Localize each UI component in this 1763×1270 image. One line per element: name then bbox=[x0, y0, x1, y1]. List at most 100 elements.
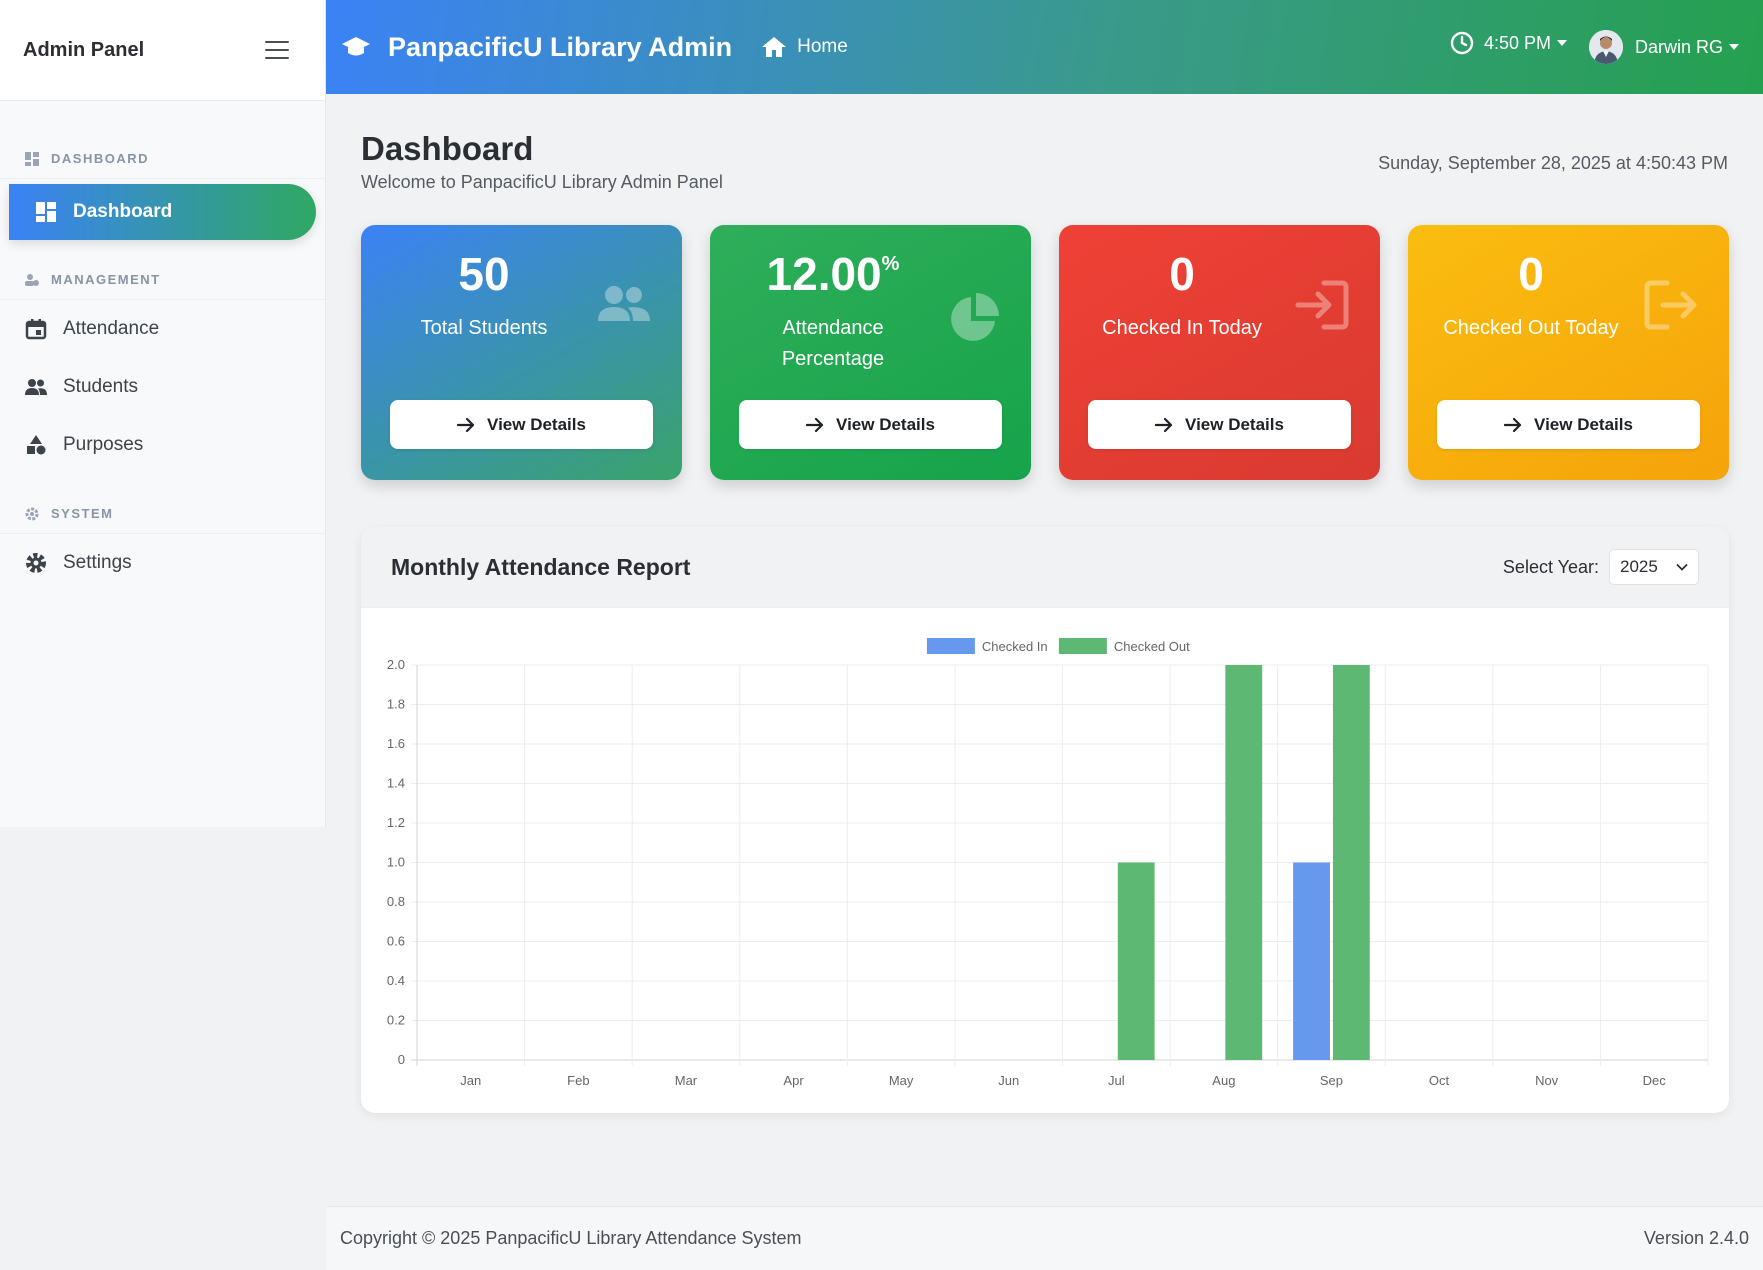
year-filter: Select Year: 2025 bbox=[1503, 549, 1699, 585]
clock-dropdown[interactable]: 4:50 PM bbox=[1450, 31, 1567, 55]
y-tick-label: 1.2 bbox=[387, 815, 405, 830]
view-details-button[interactable]: View Details bbox=[1437, 400, 1700, 449]
section-label: DASHBOARD bbox=[51, 151, 149, 166]
stat-value: 0 bbox=[1518, 248, 1544, 300]
year-value: 2025 bbox=[1620, 557, 1658, 576]
stat-card-checked-out: 0 Checked Out Today View Details bbox=[1408, 225, 1729, 480]
stat-card-total-students: 50 Total Students View Details bbox=[361, 225, 682, 480]
legend-label: Checked In bbox=[982, 639, 1048, 654]
year-select[interactable]: 2025 bbox=[1609, 549, 1699, 585]
x-tick-label: Apr bbox=[783, 1073, 804, 1088]
stat-label: Checked Out Today bbox=[1443, 317, 1619, 339]
sidebar-item-attendance[interactable]: Attendance bbox=[0, 300, 325, 358]
button-label: View Details bbox=[836, 414, 935, 434]
users-icon bbox=[25, 379, 47, 395]
sidebar-item-students[interactable]: Students bbox=[0, 358, 325, 416]
section-dashboard: DASHBOARD bbox=[0, 139, 325, 179]
y-tick-label: 0.2 bbox=[387, 1013, 405, 1028]
x-tick-label: Jul bbox=[1108, 1073, 1125, 1088]
section-label: MANAGEMENT bbox=[51, 272, 161, 287]
chevron-down-icon bbox=[1676, 563, 1688, 571]
y-tick-label: 1.0 bbox=[387, 855, 405, 870]
user-dropdown[interactable]: Darwin RG bbox=[1588, 30, 1739, 64]
stat-value: 50 bbox=[458, 248, 510, 300]
calendar-icon bbox=[25, 319, 47, 340]
home-label: Home bbox=[797, 36, 848, 57]
x-tick-label: Mar bbox=[675, 1073, 698, 1088]
bar-checked-out bbox=[1117, 862, 1155, 1060]
button-label: View Details bbox=[1534, 414, 1633, 434]
arrow-right-icon bbox=[1155, 417, 1173, 432]
x-tick-label: May bbox=[889, 1073, 914, 1088]
sidebar: Admin Panel DASHBOARD Dashboard MANAGEME… bbox=[0, 0, 326, 827]
view-details-button[interactable]: View Details bbox=[739, 400, 1002, 449]
arrow-right-icon bbox=[457, 417, 475, 432]
stat-card-attendance-percentage: 12.00% Attendance Percentage View Details bbox=[710, 225, 1031, 480]
report-header: Monthly Attendance Report Select Year: 2… bbox=[361, 527, 1729, 608]
bar-checked-in bbox=[1293, 862, 1330, 1060]
home-icon bbox=[762, 37, 787, 57]
sidebar-item-label: Students bbox=[63, 376, 138, 397]
arrow-right-icon bbox=[1504, 417, 1522, 432]
sidebar-item-purposes[interactable]: Purposes bbox=[0, 416, 325, 474]
x-tick-label: Jan bbox=[460, 1073, 481, 1088]
user-name: Darwin RG bbox=[1634, 36, 1723, 57]
x-tick-label: Jun bbox=[998, 1073, 1019, 1088]
stat-value: 0 bbox=[1169, 248, 1195, 300]
section-system: SYSTEM bbox=[0, 494, 325, 534]
button-label: View Details bbox=[487, 414, 586, 434]
version-text: Version 2.4.0 bbox=[1643, 1228, 1749, 1248]
sidebar-item-label: Attendance bbox=[63, 318, 160, 339]
grid-icon bbox=[25, 151, 39, 166]
x-tick-label: Aug bbox=[1212, 1073, 1235, 1088]
y-tick-label: 1.4 bbox=[387, 776, 405, 791]
x-tick-label: Nov bbox=[1535, 1073, 1559, 1088]
monthly-attendance-report: Monthly Attendance Report Select Year: 2… bbox=[361, 527, 1729, 1113]
sign-in-icon bbox=[1295, 280, 1349, 330]
pie-chart-icon bbox=[951, 293, 999, 341]
stat-suffix: % bbox=[881, 253, 900, 275]
caret-down-icon bbox=[1729, 44, 1739, 50]
current-datetime: Sunday, September 28, 2025 at 4:50:43 PM bbox=[1378, 153, 1728, 173]
page-title: Dashboard bbox=[361, 130, 534, 167]
bar-checked-out bbox=[1332, 665, 1370, 1060]
x-tick-label: Dec bbox=[1643, 1073, 1667, 1088]
caret-down-icon bbox=[1556, 40, 1567, 46]
current-time: 4:50 PM bbox=[1483, 32, 1551, 53]
copyright-text: Copyright © 2025 PanpacificU Library Att… bbox=[340, 1228, 802, 1248]
users-icon bbox=[598, 286, 650, 321]
y-tick-label: 1.6 bbox=[387, 736, 405, 751]
y-tick-label: 0 bbox=[398, 1052, 405, 1067]
arrow-right-icon bbox=[806, 417, 824, 432]
menu-toggle-icon[interactable] bbox=[265, 41, 289, 59]
y-tick-label: 1.8 bbox=[387, 697, 405, 712]
y-tick-label: 2.0 bbox=[387, 657, 405, 672]
home-link[interactable]: Home bbox=[762, 36, 848, 58]
sidebar-brand: Admin Panel bbox=[0, 0, 325, 101]
section-management: MANAGEMENT bbox=[0, 260, 325, 300]
year-label: Select Year: bbox=[1502, 556, 1599, 577]
legend-label: Checked Out bbox=[1114, 639, 1190, 654]
bar-checked-out bbox=[1225, 665, 1263, 1060]
stat-label: Total Students bbox=[420, 317, 548, 339]
sidebar-item-label: Dashboard bbox=[73, 201, 173, 222]
view-details-button[interactable]: View Details bbox=[390, 400, 653, 449]
graduation-cap-icon bbox=[342, 37, 370, 56]
sidebar-item-label: Settings bbox=[63, 552, 132, 573]
stat-card-checked-in: 0 Checked In Today View Details bbox=[1059, 225, 1380, 480]
section-label: SYSTEM bbox=[51, 506, 114, 521]
button-label: View Details bbox=[1185, 414, 1284, 434]
sidebar-item-dashboard[interactable]: Dashboard bbox=[9, 184, 316, 240]
sidebar-item-settings[interactable]: Settings bbox=[0, 534, 325, 592]
report-title: Monthly Attendance Report bbox=[391, 553, 691, 580]
legend-swatch bbox=[926, 638, 975, 654]
view-details-button[interactable]: View Details bbox=[1088, 400, 1351, 449]
app-title: PanpacificU Library Admin bbox=[388, 31, 733, 62]
footer: Copyright © 2025 PanpacificU Library Att… bbox=[326, 1206, 1763, 1270]
x-tick-label: Oct bbox=[1429, 1073, 1450, 1088]
x-tick-label: Sep bbox=[1320, 1073, 1343, 1088]
y-tick-label: 0.8 bbox=[387, 894, 405, 909]
legend-swatch bbox=[1058, 638, 1107, 654]
attendance-bar-chart: 0 0.2 0.4 0.6 0.8 1.0 1.2 1.4 1.6 1.8 2.0 Jan Feb Mar… bbox=[387, 638, 1709, 1088]
app-brand[interactable]: PanpacificU Library Admin bbox=[342, 32, 732, 63]
